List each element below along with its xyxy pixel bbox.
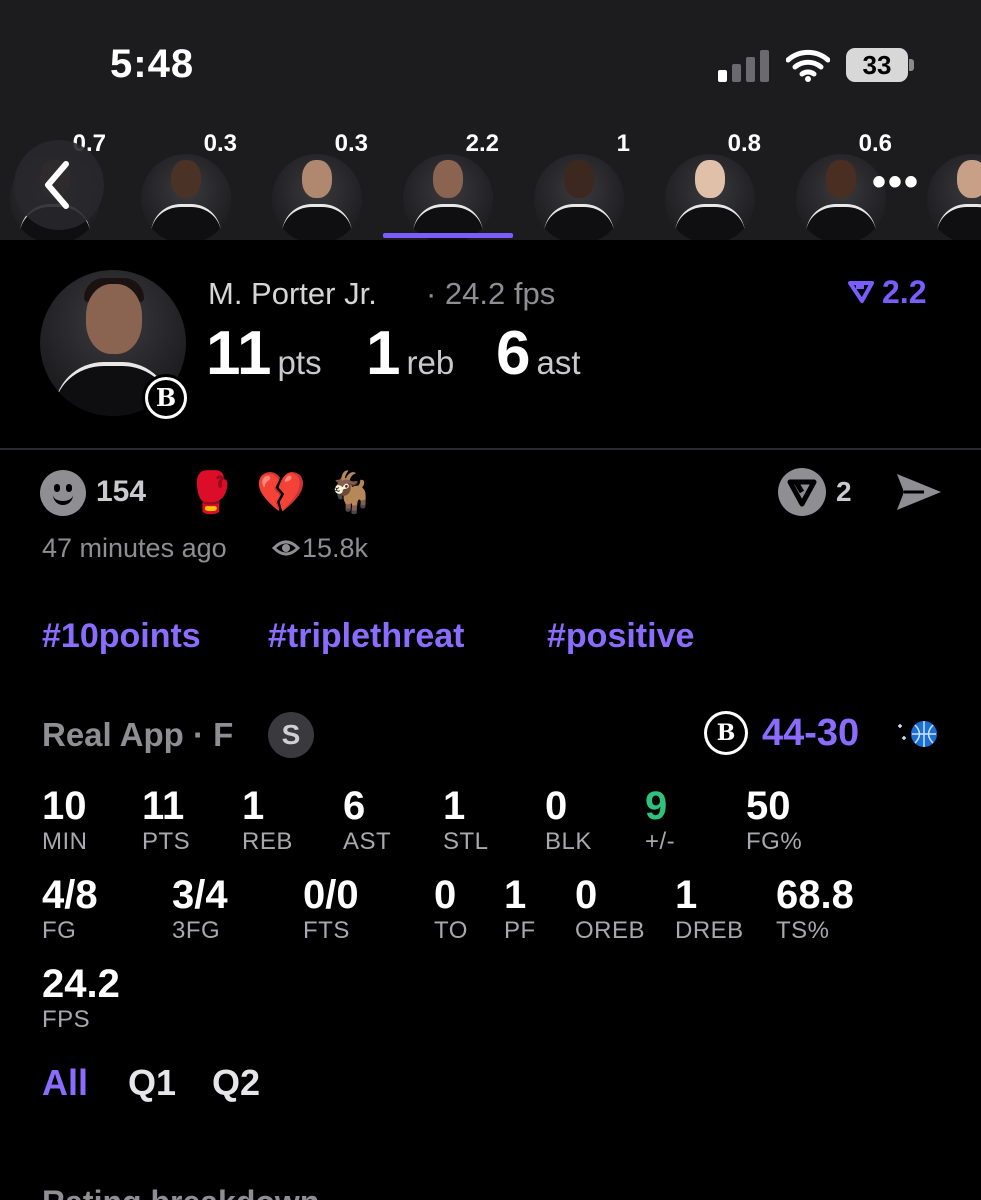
headline-rebounds: 1 reb: [366, 319, 455, 388]
divider: [0, 448, 981, 450]
player-avatar: [141, 154, 231, 240]
section-title-rating-breakdown: Rating breakdown: [42, 1184, 319, 1200]
tab-q1[interactable]: Q1: [128, 1062, 176, 1104]
stat-oreb: 0 OREB: [575, 873, 646, 944]
player-strip-item[interactable]: 0.3: [141, 130, 237, 240]
view-count: 15.8k: [302, 533, 369, 563]
boxing-glove-emoji-icon[interactable]: 🥊: [186, 468, 236, 518]
tab-q2[interactable]: Q2: [212, 1062, 260, 1104]
player-fps: · 24.2 fps: [426, 276, 556, 311]
player-strip-rating: 2.2: [465, 130, 499, 157]
hashtag-10points[interactable]: #10points: [42, 617, 201, 656]
stat-to: 0 TO: [434, 873, 468, 944]
game-s-badge[interactable]: S: [268, 712, 314, 758]
game-label: Real App · F: [42, 716, 234, 753]
stat-fg: 4/8 FG: [42, 873, 98, 944]
player-name[interactable]: M. Porter Jr.: [208, 276, 377, 312]
stat-pts: 11 PTS: [142, 784, 191, 855]
stat-dreb: 1 DREB: [675, 873, 744, 944]
player-avatar: [665, 154, 755, 240]
status-bar: 5:48 33: [0, 0, 981, 110]
stat-3fg: 3/4 3FG: [172, 873, 228, 944]
player-avatar: [927, 154, 981, 240]
home-team-logo: B: [704, 711, 748, 755]
player-strip-rating: 0.6: [858, 130, 892, 157]
reaction-smiley-icon[interactable]: [40, 470, 86, 516]
player-strip-item[interactable]: [927, 130, 981, 240]
player-strip-item[interactable]: 0.8: [665, 130, 761, 240]
player-avatar: [534, 154, 624, 240]
chevron-left-icon: [45, 161, 69, 209]
selected-indicator: [383, 233, 513, 238]
stat-plus-minus: 9 +/-: [645, 784, 676, 855]
game-score[interactable]: 44-30: [762, 712, 859, 755]
views-eye-icon: [272, 540, 300, 556]
stat-ast: 6 AST: [343, 784, 392, 855]
hashtag-triplethreat[interactable]: #triplethreat: [268, 617, 465, 656]
player-strip-item-selected[interactable]: 2.2: [403, 130, 499, 240]
more-options-button[interactable]: •••: [872, 160, 920, 205]
stat-reb: 1 REB: [242, 784, 293, 855]
player-strip-item[interactable]: 0.3: [272, 130, 368, 240]
player-rating: 2.2: [848, 274, 926, 311]
cellular-signal-icon: [718, 50, 770, 82]
v-count: 2: [836, 476, 852, 507]
away-team-logo-icon: [898, 721, 937, 747]
player-strip-item[interactable]: 1: [534, 130, 630, 240]
player-strip-rating: 0.3: [334, 130, 368, 157]
wifi-icon: [786, 49, 830, 82]
post-timestamp: 47 minutes ago: [42, 533, 227, 563]
player-strip-rating: 0.8: [727, 130, 761, 157]
player-strip-rating: 1: [616, 130, 630, 157]
back-button[interactable]: [14, 140, 104, 230]
player-avatar: [403, 154, 493, 240]
share-send-icon[interactable]: [894, 470, 944, 514]
stat-pf: 1 PF: [504, 873, 536, 944]
stat-ts-pct: 68.8 TS%: [776, 873, 854, 944]
status-time: 5:48: [110, 42, 195, 86]
stat-blk: 0 BLK: [545, 784, 592, 855]
headline-assists: 6 ast: [496, 319, 581, 388]
goat-emoji-icon[interactable]: 🐐: [326, 468, 376, 518]
reaction-count: 154: [96, 475, 147, 508]
player-strip[interactable]: 0.7 0.3 0.3 2.2 1 0.8 0.6: [0, 110, 981, 240]
stat-fg-pct: 50 FG%: [746, 784, 803, 855]
battery-percent: 33: [862, 50, 892, 80]
tab-all[interactable]: All: [42, 1062, 88, 1104]
player-strip-rating: 0.3: [203, 130, 237, 157]
headline-points: 11 pts: [206, 319, 322, 388]
player-card: [0, 240, 981, 450]
hashtag-positive[interactable]: #positive: [547, 617, 694, 656]
v-logo-icon[interactable]: [778, 468, 826, 516]
broken-heart-emoji-icon[interactable]: 💔: [256, 468, 306, 518]
team-logo-badge: B: [142, 374, 190, 422]
player-rating-value: 2.2: [882, 274, 927, 310]
stat-fps: 24.2 FPS: [42, 962, 120, 1033]
rating-v-icon: [848, 281, 874, 303]
player-avatar: [272, 154, 362, 240]
battery-icon: 33: [846, 48, 914, 82]
stat-stl: 1 STL: [443, 784, 489, 855]
stat-min: 10 MIN: [42, 784, 88, 855]
stat-fts: 0/0 FTS: [303, 873, 359, 944]
